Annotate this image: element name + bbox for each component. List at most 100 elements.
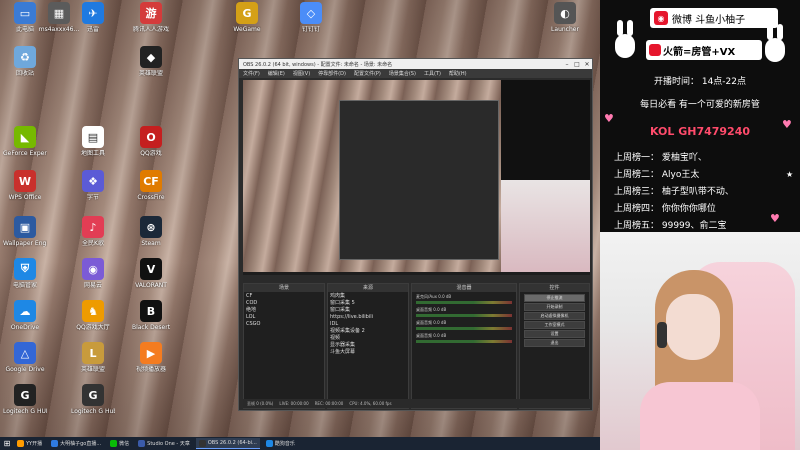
desktop-icon[interactable]: ◆ 英雄联盟 — [130, 46, 172, 90]
scene-item[interactable]: 绝地 — [246, 307, 322, 314]
source-item[interactable]: 窗口采集 — [330, 307, 406, 314]
menu-item[interactable]: 文件(F) — [239, 70, 264, 77]
desktop-icon[interactable]: ⊛ Steam — [130, 216, 172, 260]
source-item[interactable]: 显示器采集 — [330, 342, 406, 349]
desktop-icon-label: 回收站 — [15, 70, 34, 77]
desktop-icon[interactable]: ♪ 全民K歌 — [72, 216, 114, 260]
source-item[interactable]: 视频采集设备 2 — [330, 328, 406, 335]
mixer-channel[interactable]: 桌面音频 0.0 dB — [414, 319, 514, 332]
desktop-icon[interactable]: ◣ GeForce Experience — [3, 126, 47, 170]
stream-tagline: 每日必看 有一个可爱的新房管 — [640, 100, 760, 110]
leaderboard-row: 上周榜五： 99999、俞二宝 — [614, 221, 727, 231]
desktop-icon-label: 地图工具 — [80, 150, 105, 157]
menu-item[interactable]: 配置文件(P) — [350, 70, 385, 77]
menu-item[interactable]: 场景集合(S) — [385, 70, 420, 77]
desktop-icon[interactable]: ✈ 迅雷 — [72, 2, 114, 46]
desktop-icon[interactable]: CF CrossFire — [130, 170, 172, 214]
obs-menubar: 文件(F) 编辑(E) 视图(V) 停靠部件(D) 配置文件(P) 场景集合(S) 工具(T… — [239, 69, 592, 78]
control-button[interactable]: 设置 — [524, 330, 585, 338]
app-icon: ◇ — [300, 2, 322, 24]
desktop-icon[interactable]: ▤ 地图工具 — [72, 126, 114, 170]
mixer-channel[interactable]: 桌面音频 0.0 dB — [414, 332, 514, 345]
desktop-icon[interactable]: W WPS Office — [4, 170, 46, 214]
mixer-channel-name: 桌面音频 0.0 dB — [416, 307, 447, 312]
volume-meter[interactable] — [416, 301, 512, 304]
source-item[interactable]: 鸡肉集 — [330, 293, 406, 300]
taskbar-item[interactable]: OBS 26.0.2 (64-bi... — [195, 438, 260, 449]
taskbar-item[interactable]: 微信 — [107, 438, 132, 449]
room-number: KOL GH7479240 — [649, 125, 751, 138]
desktop-icon[interactable]: ⛨ 电脑管家 — [4, 258, 46, 302]
desktop-icon[interactable]: 游腾讯人人游戏 — [130, 2, 172, 46]
desktop-icon[interactable]: △ Google Drive — [4, 342, 46, 386]
obs-window[interactable]: OBS 26.0.2 (64 bit, windows) - 配置文件: 未命名… — [238, 58, 593, 411]
volume-meter[interactable] — [416, 314, 512, 317]
scene-item[interactable]: CF — [246, 293, 322, 300]
obs-titlebar[interactable]: OBS 26.0.2 (64 bit, windows) - 配置文件: 未命名… — [239, 59, 592, 69]
source-item[interactable]: https://live.bilibili — [330, 314, 406, 321]
volume-meter[interactable] — [416, 327, 512, 330]
taskbar-item[interactable]: 酷狗音乐 — [263, 438, 298, 449]
obs-preview[interactable] — [243, 80, 590, 275]
mixer-channel-name: 桌面音频 0.0 dB — [416, 320, 447, 325]
source-item[interactable]: 窗口采集 5 — [330, 300, 406, 307]
desktop-icon[interactable]: ☁ OneDrive — [4, 300, 46, 344]
menu-item[interactable]: 编辑(E) — [264, 70, 289, 77]
windows-start-icon[interactable]: ⊞ — [0, 437, 14, 450]
desktop-icon[interactable]: ◇ 钉钉钉 — [290, 2, 332, 46]
desktop-icon[interactable]: ♻ 回收站 — [4, 46, 46, 90]
desktop-icon[interactable]: G WeGame — [226, 2, 268, 46]
desktop-icon[interactable]: ♞ QQ游戏大厅 — [72, 300, 114, 344]
desktop-icon[interactable]: B Black Desert — [130, 300, 172, 344]
desktop-icon[interactable]: V VALORANT — [130, 258, 172, 302]
desktop-icon[interactable]: ▶ 视频播放器 — [130, 342, 172, 386]
scene-item[interactable]: CSGO — [246, 321, 322, 328]
menu-item[interactable]: 帮助(H) — [445, 70, 471, 77]
preview-stream-panel — [501, 80, 590, 180]
desktop-icon[interactable]: O QQ游戏 — [130, 126, 172, 170]
control-button[interactable]: 工作室模式 — [524, 321, 585, 329]
desktop-icon[interactable]: G Logitech G Hub — [71, 384, 115, 428]
taskbar-item[interactable]: Studio One - 天章 — [135, 438, 193, 449]
leaderboard-row: 上周榜一： 爱柚宝吖、 — [614, 153, 707, 163]
close-icon[interactable]: ✕ — [582, 61, 592, 68]
menu-item[interactable]: 停靠部件(D) — [314, 70, 350, 77]
maximize-icon[interactable]: □ — [572, 61, 582, 68]
source-item[interactable]: 视频 — [330, 335, 406, 342]
menu-item[interactable]: 工具(T) — [420, 70, 445, 77]
taskbar-item[interactable]: 大明柚子go直播... — [48, 438, 104, 449]
control-button[interactable]: 退出 — [524, 339, 585, 347]
control-button[interactable]: 停止推流 — [524, 294, 585, 302]
volume-meter[interactable] — [416, 340, 512, 343]
desktop-icon[interactable]: L 英雄联盟 — [72, 342, 114, 386]
app-icon: ☁ — [14, 300, 36, 322]
control-button[interactable]: 启动虚拟摄像机 — [524, 312, 585, 320]
desktop-icon-label: Black Desert — [131, 324, 171, 331]
source-item[interactable]: 斗鱼大屏幕 — [330, 349, 406, 356]
taskbar-item[interactable]: YY开播 — [14, 438, 45, 449]
desktop-icon[interactable]: ❖ 字节 — [72, 170, 114, 214]
mixer-channel[interactable]: 麦克风/Aux 0.0 dB — [414, 293, 514, 306]
app-icon: △ — [14, 342, 36, 364]
weibo-label: 微博 斗鱼小柚子 — [672, 14, 746, 26]
desktop-icon[interactable]: G Logitech G HUB — [3, 384, 47, 428]
scene-item[interactable]: LOL — [246, 314, 322, 321]
scene-item[interactable]: COD — [246, 300, 322, 307]
preview-nested-obs — [339, 100, 499, 260]
mixer-title: 混音器 — [412, 284, 516, 292]
desktop-icon-label: 英雄联盟 — [138, 70, 163, 77]
source-item[interactable]: IDL — [330, 321, 406, 328]
mixer-channel[interactable]: 桌面音频 0.0 dB — [414, 306, 514, 319]
minimize-icon[interactable]: – — [562, 61, 572, 68]
app-icon: V — [140, 258, 162, 280]
leaderboard-row: 上周榜四： 你你你你哪位 — [614, 204, 716, 214]
sources-dock: 来源 鸡肉集 窗口采集 5 窗口采集 https://live.bilibili IDL… — [327, 283, 409, 409]
app-icon: B — [140, 300, 162, 322]
menu-item[interactable]: 视图(V) — [289, 70, 314, 77]
control-button[interactable]: 开始录制 — [524, 303, 585, 311]
app-icon: L — [82, 342, 104, 364]
desktop-icon[interactable]: ▣ Wallpaper Engine — [3, 216, 47, 260]
desktop-icon[interactable]: ◉ 网易云 — [72, 258, 114, 302]
rocket-icon — [649, 44, 661, 56]
desktop-icon[interactable]: ◐ Launcher — [544, 2, 586, 46]
